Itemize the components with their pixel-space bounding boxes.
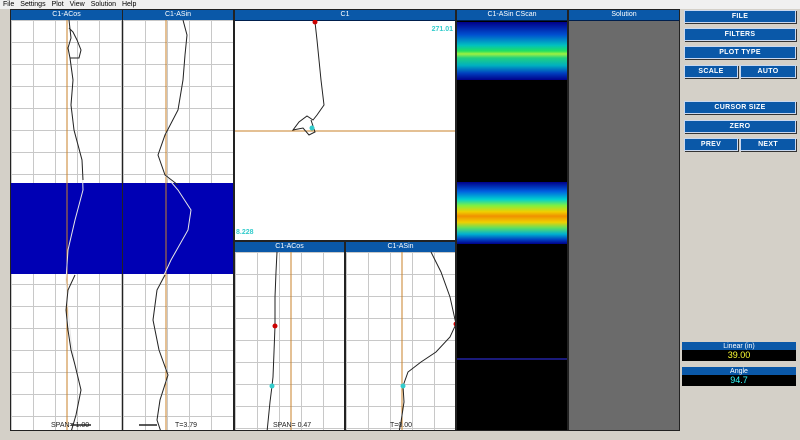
linear-value: 39.00 xyxy=(682,350,796,361)
asin-small-trace xyxy=(398,252,455,430)
asin-strip-signal xyxy=(152,20,192,430)
asin-strip-panel[interactable]: C1-ASin T=3.79 xyxy=(122,9,234,431)
solution-panel[interactable]: Solution xyxy=(568,9,680,431)
acos-small-signal xyxy=(266,252,278,430)
auto-button[interactable]: AUTO xyxy=(740,65,796,78)
asin-small-cyan-marker xyxy=(400,383,406,389)
c1-signal xyxy=(291,21,325,136)
cscan-band-top xyxy=(457,22,567,80)
acos-strip-footer: SPAN= 1.00 xyxy=(51,422,90,429)
c1-cyan-marker xyxy=(309,125,315,131)
solution-title: Solution xyxy=(569,10,679,21)
menu-solution[interactable]: Solution xyxy=(88,0,119,9)
filters-button[interactable]: FILTERS xyxy=(684,28,796,41)
acos-strip-trace xyxy=(65,20,91,430)
asin-strip-trace xyxy=(139,20,192,430)
cscan-cursor-line xyxy=(457,358,567,360)
asin-strip-signal-top xyxy=(157,20,188,186)
asin-small-panel[interactable]: C1-ASin T=0.00 xyxy=(345,241,456,431)
cscan-title: C1-ASin CScan xyxy=(457,10,567,21)
menu-view[interactable]: View xyxy=(67,0,88,9)
acos-small-trace xyxy=(266,252,292,430)
c1-plot xyxy=(235,20,455,136)
cscan-panel[interactable]: C1-ASin CScan xyxy=(456,9,568,431)
acos-small-footer: SPAN= 0.47 xyxy=(273,422,312,429)
prev-button[interactable]: PREV xyxy=(684,138,738,151)
menu-bar: File Settings Plot View Solution Help xyxy=(0,0,800,9)
acos-small-red-marker xyxy=(272,323,278,329)
c1-value-bottom: 8.228 xyxy=(236,229,254,236)
asin-small-signal xyxy=(398,252,455,430)
menu-settings[interactable]: Settings xyxy=(17,0,48,9)
menu-file[interactable]: File xyxy=(0,0,17,9)
menu-plot[interactable]: Plot xyxy=(49,0,67,9)
menu-help[interactable]: Help xyxy=(119,0,139,9)
file-button[interactable]: FILE xyxy=(684,10,796,23)
next-button[interactable]: NEXT xyxy=(740,138,796,151)
asin-strip-footer: T=3.79 xyxy=(175,422,197,429)
acos-strip-panel[interactable]: C1-ACos SPAN= 1.00 xyxy=(10,9,123,431)
acos-small-panel[interactable]: C1-ACos SPAN= 0.47 xyxy=(234,241,345,431)
asin-small-footer: T=0.00 xyxy=(390,422,412,429)
plot-type-button[interactable]: PLOT TYPE xyxy=(684,46,796,59)
c1-lissajous-panel[interactable]: C1 271.01 8.228 xyxy=(234,9,456,241)
acos-small-cyan-marker xyxy=(269,383,275,389)
angle-value: 94.7 xyxy=(682,375,796,386)
cursor-size-button[interactable]: CURSOR SIZE xyxy=(684,101,796,114)
c1-red-marker xyxy=(312,20,318,25)
cscan-band-middle xyxy=(457,182,567,244)
scale-button[interactable]: SCALE xyxy=(684,65,738,78)
acos-strip-signal-top xyxy=(67,20,84,181)
c1-value-top: 271.01 xyxy=(431,26,453,33)
acos-strip-signal xyxy=(65,20,84,430)
zero-button[interactable]: ZERO xyxy=(684,120,796,133)
